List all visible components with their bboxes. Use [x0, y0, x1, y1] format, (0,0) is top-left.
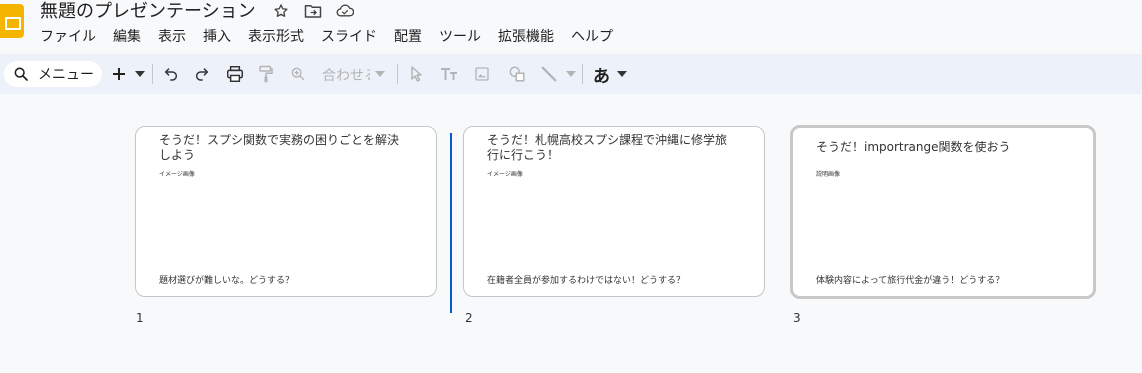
slide-bottom-text: 体験内容によって旅行代金が違う！どうする？ [816, 276, 1005, 286]
zoom-icon[interactable] [290, 64, 306, 84]
title-icons [272, 2, 354, 20]
search-menus-label: メニュー [38, 67, 94, 83]
presentation-title[interactable]: 無題のプレゼンテーション [40, 1, 256, 23]
slide-bottom-text: 題材選びが難しいな。どうする？ [159, 276, 295, 286]
slide-thumbnail-3[interactable]: そうだ！importrange関数を使おう 説明画像 体験内容によって旅行代金が… [790, 125, 1096, 299]
toolbar-divider [582, 64, 583, 84]
slide-thumbnail-2[interactable]: そうだ！札幌高校スプシ課程で沖縄に修学旅行に行こう！ イメージ画像 在籍者全員が… [463, 126, 765, 297]
redo-icon[interactable] [194, 64, 210, 84]
slide-title: そうだ！スプシ関数で実務の困りごとを解決しよう [159, 133, 400, 162]
menu-help[interactable]: ヘルプ [571, 27, 621, 47]
slide-title: そうだ！importrange関数を使おう [816, 140, 1011, 154]
slide-number-3: 3 [793, 311, 801, 325]
input-tools-dropdown-icon[interactable] [617, 64, 627, 84]
menu-file[interactable]: ファイル [40, 27, 104, 47]
slide-bottom-text: 在籍者全員が参加するわけではない！どうする？ [487, 276, 686, 286]
menu-view[interactable]: 表示 [158, 27, 194, 47]
toolbar-divider [397, 64, 398, 84]
undo-icon[interactable] [163, 64, 179, 84]
menu-insert[interactable]: 挿入 [203, 27, 239, 47]
slide-subtitle: イメージ画像 [159, 171, 195, 178]
input-tools-button[interactable]: あ [593, 62, 610, 87]
paint-format-icon[interactable] [258, 64, 274, 84]
slide-thumbnail-1[interactable]: そうだ！スプシ関数で実務の困りごとを解決しよう イメージ画像 題材選びが難しいな… [135, 126, 437, 297]
menu-format[interactable]: 表示形式 [248, 27, 312, 47]
new-slide-dropdown-icon[interactable] [135, 64, 145, 84]
slide-number-2: 2 [465, 311, 473, 325]
star-icon[interactable] [272, 2, 290, 20]
move-to-folder-icon[interactable] [304, 2, 322, 20]
zoom-dropdown-icon[interactable] [375, 64, 385, 84]
cloud-saved-icon[interactable] [336, 2, 354, 20]
text-box-icon[interactable] [440, 64, 458, 84]
insertion-indicator [450, 133, 452, 313]
slide-title: そうだ！札幌高校スプシ課程で沖縄に修学旅行に行こう！ [487, 133, 728, 162]
menu-edit[interactable]: 編集 [113, 27, 149, 47]
zoom-fit-label[interactable]: 合わせる [322, 65, 370, 85]
slide-subtitle: イメージ画像 [487, 171, 523, 178]
menu-extensions[interactable]: 拡張機能 [498, 27, 562, 47]
search-menus-button[interactable]: メニュー [4, 61, 102, 87]
slide-number-1: 1 [136, 311, 144, 325]
menu-tools[interactable]: ツール [439, 27, 489, 47]
menu-arrange[interactable]: 配置 [394, 27, 430, 47]
toolbar-divider [152, 64, 153, 84]
print-icon[interactable] [226, 64, 244, 84]
toolbar: メニュー 合わせる あ [0, 54, 1142, 94]
slides-logo[interactable] [0, 4, 24, 38]
insert-image-icon[interactable] [474, 64, 490, 84]
slide-subtitle: 説明画像 [816, 171, 841, 178]
select-cursor-icon[interactable] [410, 64, 424, 84]
line-icon[interactable] [540, 64, 558, 84]
shape-icon[interactable] [508, 64, 526, 84]
menu-slide[interactable]: スライド [321, 27, 385, 47]
line-dropdown-icon[interactable] [566, 64, 576, 84]
new-slide-plus-icon[interactable] [112, 64, 126, 84]
search-icon [13, 66, 29, 82]
menu-bar: ファイル 編集 表示 挿入 表示形式 スライド 配置 ツール 拡張機能 ヘルプ [40, 27, 630, 47]
title-bar: 無題のプレゼンテーション ファイル 編集 表示 挿入 表示形式 スライド 配置 … [0, 0, 1142, 54]
